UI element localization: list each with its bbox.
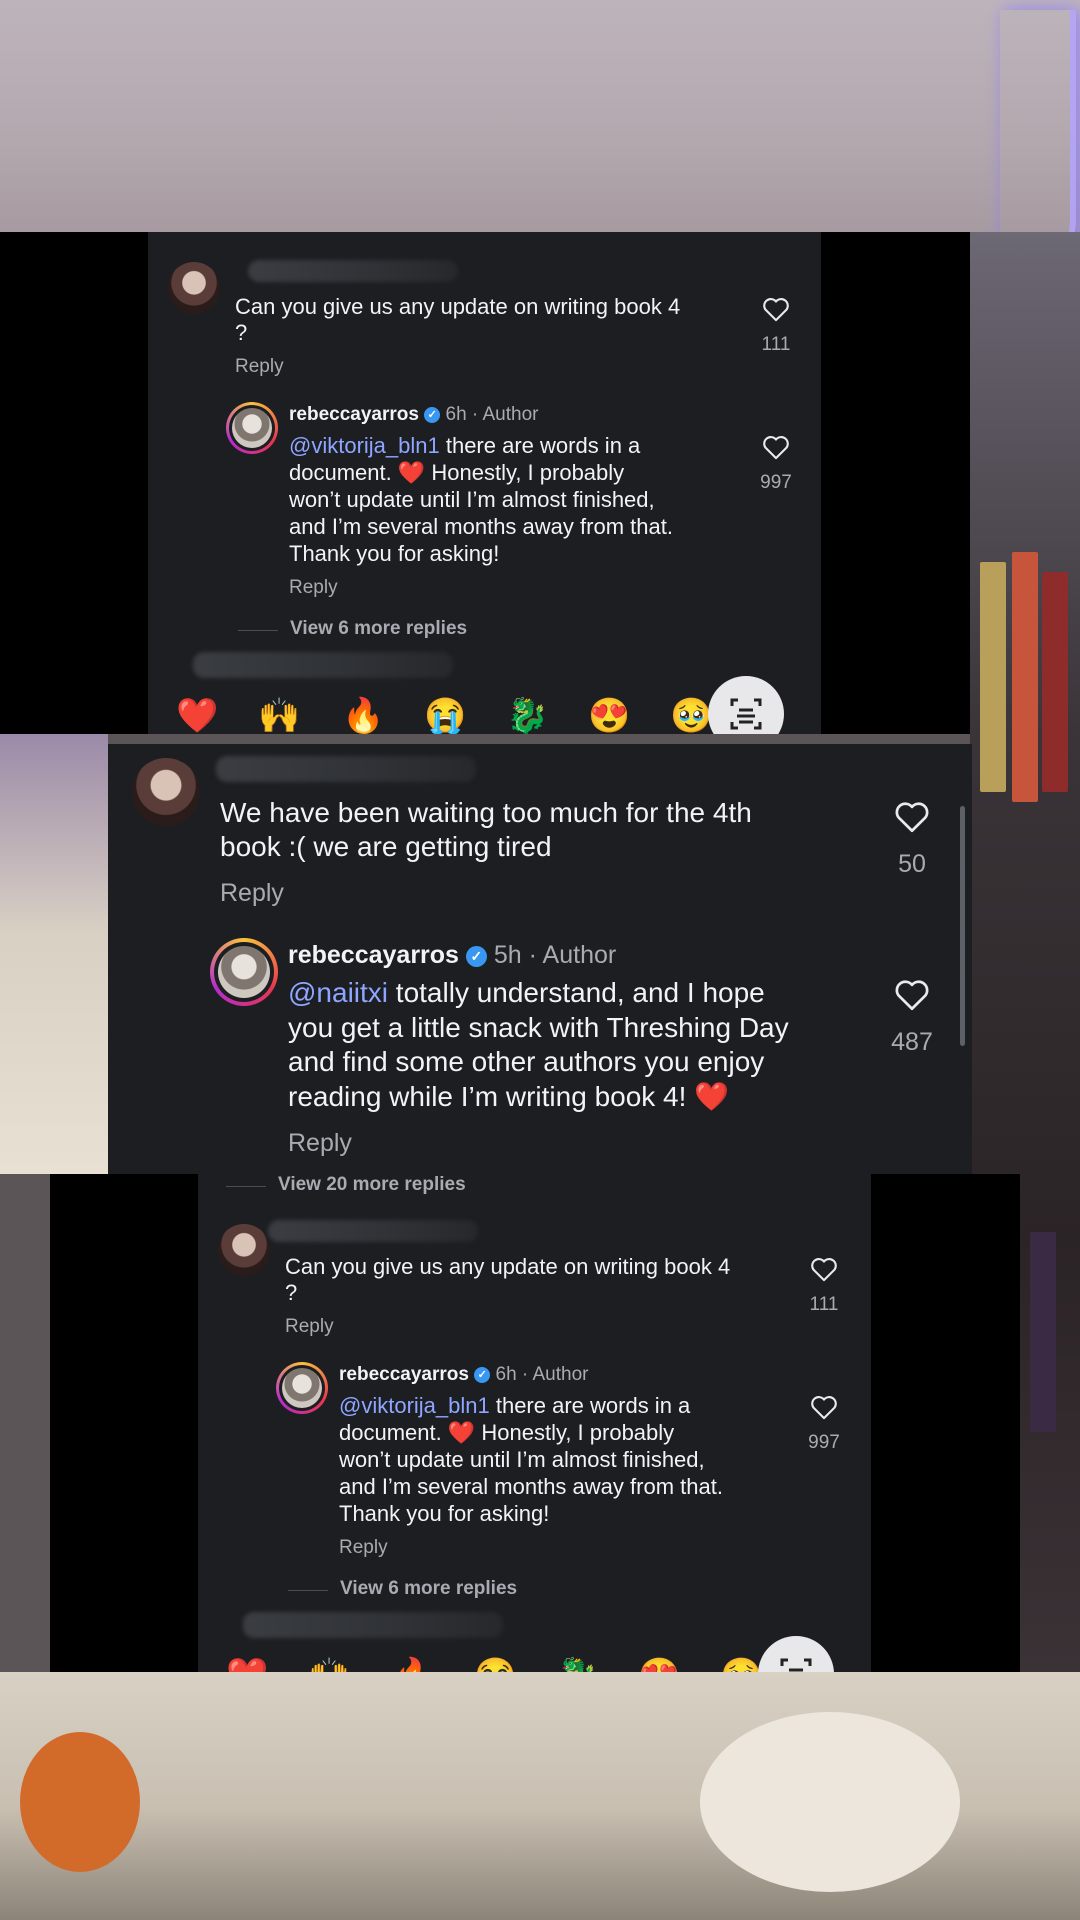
divider [226, 1186, 266, 1187]
heart-outline-icon[interactable] [810, 1394, 838, 1420]
reply-button[interactable]: Reply [339, 1537, 388, 1560]
emoji-fire[interactable]: 🔥 [342, 696, 384, 734]
mention-link[interactable]: @viktorija_bln1 [339, 1393, 490, 1418]
author-avatar[interactable] [210, 938, 278, 1006]
background-wall [0, 0, 1080, 232]
emoji-pleading[interactable]: 🥹 [670, 696, 712, 734]
emoji-heart-eyes[interactable]: 😍 [588, 696, 630, 734]
comment-text: Can you give us any update on writing bo… [285, 1254, 731, 1306]
heart-outline-icon[interactable] [762, 434, 790, 460]
heart-outline-icon[interactable] [810, 1256, 838, 1282]
redacted-username [193, 652, 453, 678]
author-reply-text: @naiitxi totally understand, and I hope … [288, 977, 789, 1112]
background-sweater [0, 1672, 1080, 1920]
like-count: 111 [761, 334, 791, 355]
author-tag: Author [532, 1364, 589, 1385]
divider [238, 630, 278, 631]
redacted-username [268, 1220, 478, 1242]
like-count: 50 [898, 850, 926, 878]
reply-header: rebeccayarros ✓ 6h · Author [289, 404, 539, 425]
view-more-replies[interactable]: View 6 more replies [340, 1578, 517, 1601]
emoji-dragon[interactable]: 🐉 [506, 696, 548, 734]
author-username[interactable]: rebeccayarros [289, 404, 419, 425]
verified-badge-icon: ✓ [474, 1366, 491, 1383]
commenter-avatar[interactable] [218, 1224, 270, 1276]
view-more-replies[interactable]: View 6 more replies [290, 618, 467, 641]
text-scan-icon[interactable] [758, 1636, 834, 1672]
emoji-pleading[interactable]: 🥹 [720, 1656, 762, 1672]
commenter-avatar[interactable] [168, 262, 220, 314]
heart-emoji: ❤️ [397, 460, 426, 485]
reply-button[interactable]: Reply [285, 1316, 334, 1339]
scrollbar[interactable] [960, 806, 965, 1046]
emoji-dragon[interactable]: 🐉 [556, 1656, 598, 1672]
reply-header: rebeccayarros ✓ 5h · Author [288, 941, 617, 969]
book-spine [1012, 552, 1038, 802]
emoji-heart[interactable]: ❤️ [176, 696, 218, 734]
sweater-sleeve [700, 1712, 960, 1892]
emoji-raised-hands[interactable]: 🙌 [308, 1656, 350, 1672]
commenter-avatar[interactable] [132, 758, 200, 826]
comment-thread-middle: We have been waiting too much for the 4t… [108, 744, 972, 1174]
author-tag: Author [542, 941, 617, 969]
divider [288, 1590, 328, 1591]
author-avatar[interactable] [226, 402, 278, 454]
text-scan-icon[interactable] [708, 676, 784, 734]
verified-badge-icon: ✓ [465, 945, 487, 967]
comment-thread-bottom: View 20 more replies Can you give us any… [198, 1174, 871, 1672]
reply-button[interactable]: Reply [235, 356, 284, 379]
mention-link[interactable]: @viktorija_bln1 [289, 433, 440, 458]
author-avatar[interactable] [276, 1362, 328, 1414]
orange-object [20, 1732, 140, 1872]
redacted-username [248, 260, 458, 282]
redacted-username [216, 756, 476, 782]
book-spine [1030, 1232, 1056, 1432]
emoji-crying[interactable]: 😭 [474, 1656, 516, 1672]
heart-outline-icon[interactable] [762, 296, 790, 322]
like-count: 111 [809, 1294, 839, 1315]
comment-thread-top: Can you give us any update on writing bo… [148, 232, 821, 734]
heart-emoji: ❤️ [694, 1080, 730, 1112]
emoji-crying[interactable]: 😭 [424, 696, 466, 734]
reply-button[interactable]: Reply [289, 577, 338, 600]
comment-text: We have been waiting too much for the 4t… [220, 797, 752, 862]
background-left [0, 734, 108, 1174]
emoji-raised-hands[interactable]: 🙌 [258, 696, 300, 734]
redacted-username [243, 1612, 503, 1638]
emoji-heart-eyes[interactable]: 😍 [638, 1656, 680, 1672]
heart-outline-icon[interactable] [894, 800, 930, 833]
like-count: 997 [808, 1432, 840, 1453]
heart-outline-icon[interactable] [894, 978, 930, 1011]
mention-link[interactable]: @naiitxi [288, 977, 388, 1008]
heart-emoji: ❤️ [447, 1420, 476, 1445]
view-more-replies[interactable]: View 20 more replies [278, 1174, 466, 1197]
emoji-heart[interactable]: ❤️ [226, 1656, 268, 1672]
author-reply-text: @viktorija_bln1 there are words in a doc… [339, 1393, 723, 1526]
comment-text: Can you give us any update on writing bo… [235, 294, 681, 346]
reply-header: rebeccayarros ✓ 6h · Author [339, 1364, 589, 1385]
reply-time: 6h [495, 1364, 517, 1385]
reply-button[interactable]: Reply [288, 1128, 352, 1158]
author-username[interactable]: rebeccayarros [288, 941, 459, 969]
verified-badge-icon: ✓ [424, 406, 441, 423]
author-reply-text: @viktorija_bln1 there are words in a doc… [289, 433, 673, 566]
reply-time: 5h [493, 941, 522, 969]
book-spine [980, 562, 1006, 792]
like-count: 997 [760, 472, 792, 493]
reply-time: 6h [445, 404, 467, 425]
like-count: 487 [891, 1028, 933, 1056]
author-tag: Author [482, 404, 539, 425]
book-spine [1042, 572, 1068, 792]
emoji-fire[interactable]: 🔥 [392, 1656, 434, 1672]
author-username[interactable]: rebeccayarros [339, 1364, 469, 1385]
reply-button[interactable]: Reply [220, 878, 284, 908]
